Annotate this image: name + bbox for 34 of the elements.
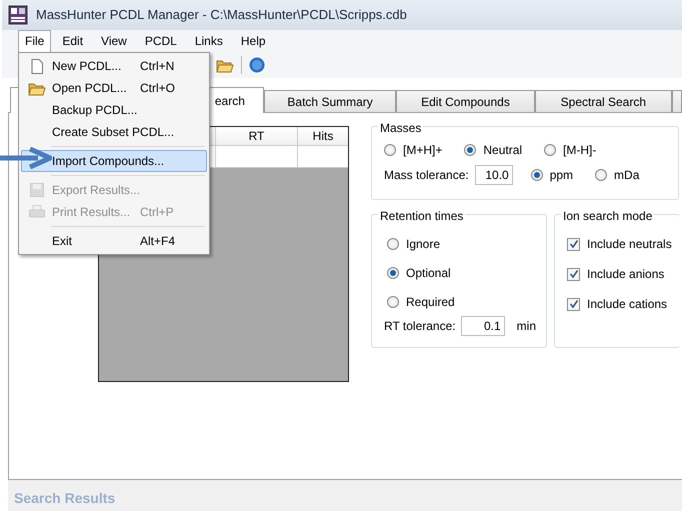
- column-header[interactable]: RT: [215, 127, 297, 145]
- radio-label: Ignore: [406, 236, 440, 252]
- menu-item[interactable]: PCDL: [138, 30, 184, 52]
- checkbox-label: Include cations: [587, 296, 668, 313]
- tab[interactable]: Batch Summary: [264, 90, 396, 112]
- radio-label: Required: [406, 294, 455, 310]
- menu-item[interactable]: Help: [234, 30, 273, 52]
- menu-item[interactable]: Exit Alt+F4: [21, 230, 207, 252]
- window-title: MassHunter PCDL Manager - C:\MassHunter\PCDL\Scripps.cdb: [36, 6, 407, 24]
- tab[interactable]: Edit Compounds: [396, 90, 535, 112]
- unit-label: min: [516, 318, 536, 335]
- menu-item[interactable]: Import Compounds...: [21, 150, 207, 172]
- checkbox-label: Include anions: [587, 266, 664, 283]
- radio-label: mDa: [614, 167, 640, 184]
- menu-item[interactable]: Open PCDL... Ctrl+O: [21, 77, 207, 99]
- field-label: RT tolerance:: [384, 318, 456, 335]
- menu-item[interactable]: Create Subset PCDL...: [21, 121, 207, 143]
- radio-label: [M+H]+: [403, 142, 442, 159]
- tolerance-field[interactable]: 10.0: [474, 165, 513, 185]
- menu-item[interactable]: View: [94, 30, 134, 52]
- radio-label: ppm: [550, 167, 574, 184]
- menu-item[interactable]: Backup PCDL...: [21, 99, 207, 121]
- radio-label: [M-H]-: [563, 142, 596, 159]
- menu-item[interactable]: File: [18, 30, 52, 52]
- radio-label: Optional: [406, 264, 451, 282]
- tab[interactable]: Spectral Search: [534, 90, 672, 112]
- section-title: Search Results: [14, 489, 116, 508]
- field-label: Mass tolerance:: [384, 167, 469, 184]
- menu-item[interactable]: Links: [188, 30, 230, 52]
- radio-label: Neutral: [483, 142, 522, 159]
- menu-item[interactable]: Edit: [55, 30, 90, 52]
- checkbox-label: Include neutrals: [587, 236, 672, 253]
- column-header[interactable]: Hits: [297, 127, 348, 145]
- tolerance-field[interactable]: 0.1: [460, 316, 505, 336]
